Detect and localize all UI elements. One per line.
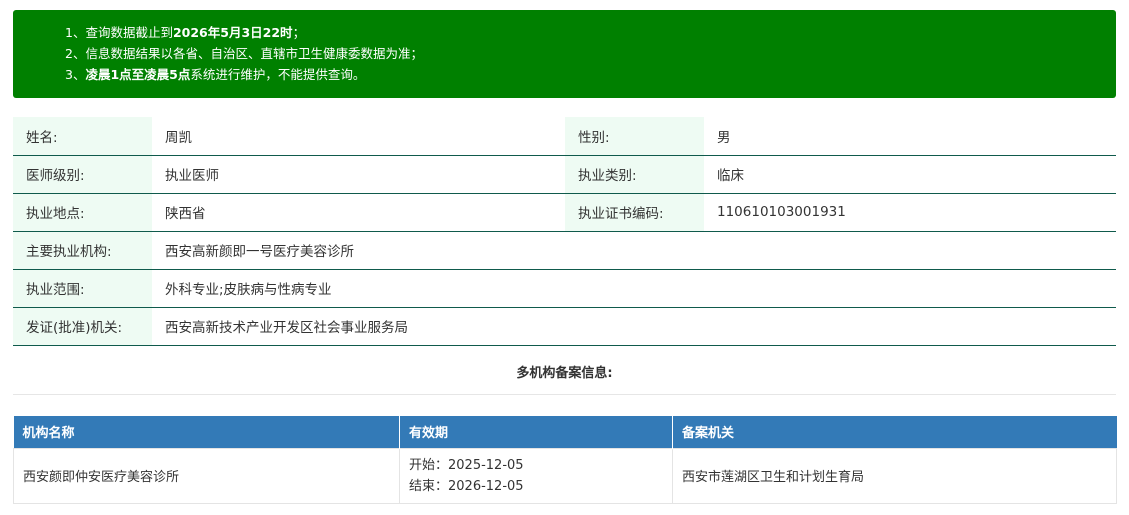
table-row: 西安颜即仲安医疗美容诊所 开始：2025-12-05 结束：2026-12-05… (13, 447, 1117, 504)
level-value: 执业医师 (152, 155, 565, 194)
authority-label: 发证(批准)机关: (13, 307, 152, 346)
notice-line-2: 2、信息数据结果以各省、自治区、直辖市卫生健康委数据为准； (65, 46, 423, 61)
info-row-location: 执业地点: 陕西省 执业证书编码: 110610103001931 (13, 193, 1116, 232)
info-row-institution: 主要执业机构: 西安高新颜即一号医疗美容诊所 (13, 231, 1116, 270)
gender-value: 男 (704, 117, 1116, 156)
info-row-level: 医师级别: 执业医师 执业类别: 临床 (13, 155, 1116, 194)
notice-line-3: 3、凌晨1点至凌晨5点系统进行维护，不能提供查询。 (65, 67, 366, 82)
multi-institution-title: 多机构备案信息: (13, 353, 1116, 395)
authority-value: 西安高新技术产业开发区社会事业服务局 (152, 307, 1116, 346)
name-label: 姓名: (13, 117, 152, 156)
notice-maintenance-time: 凌晨1点至凌晨5点 (85, 67, 191, 82)
notice-deadline: 2026年5月3日22时 (172, 25, 293, 40)
cert-value: 110610103001931 (704, 193, 1116, 232)
info-row-authority: 发证(批准)机关: 西安高新技术产业开发区社会事业服务局 (13, 307, 1116, 346)
header-org-name: 机构名称 (13, 416, 400, 448)
record-validity: 开始：2025-12-05 结束：2026-12-05 (399, 447, 673, 504)
gender-label: 性别: (565, 117, 704, 156)
info-row-scope: 执业范围: 外科专业;皮肤病与性病专业 (13, 269, 1116, 308)
location-value: 陕西省 (152, 193, 565, 232)
institution-value: 西安高新颜即一号医疗美容诊所 (152, 231, 1116, 270)
record-table: 机构名称 有效期 备案机关 西安颜即仲安医疗美容诊所 开始：2025-12-05… (13, 416, 1117, 504)
location-label: 执业地点: (13, 193, 152, 232)
header-authority: 备案机关 (672, 416, 1117, 448)
info-row-name: 姓名: 周凯 性别: 男 (13, 117, 1116, 156)
institution-label: 主要执业机构: (13, 231, 152, 270)
notice-banner: 1、查询数据截止到2026年5月3日22时； 2、信息数据结果以各省、自治区、直… (13, 10, 1116, 98)
level-label: 医师级别: (13, 155, 152, 194)
cert-label: 执业证书编码: (565, 193, 704, 232)
name-value: 周凯 (152, 117, 565, 156)
doctor-info-table: 姓名: 周凯 性别: 男 医师级别: 执业医师 执业类别: 临床 执业地点: 陕… (13, 117, 1116, 346)
category-value: 临床 (704, 155, 1116, 194)
record-authority: 西安市莲湖区卫生和计划生育局 (672, 447, 1117, 504)
record-start-date: 开始：2025-12-05 (409, 457, 524, 473)
scope-value: 外科专业;皮肤病与性病专业 (152, 269, 1116, 308)
record-org-name: 西安颜即仲安医疗美容诊所 (13, 447, 400, 504)
category-label: 执业类别: (565, 155, 704, 194)
scope-label: 执业范围: (13, 269, 152, 308)
header-validity: 有效期 (399, 416, 673, 448)
notice-line-1: 1、查询数据截止到2026年5月3日22时； (65, 25, 306, 40)
record-header-row: 机构名称 有效期 备案机关 (13, 416, 1117, 448)
record-end-date: 结束：2026-12-05 (409, 478, 524, 494)
